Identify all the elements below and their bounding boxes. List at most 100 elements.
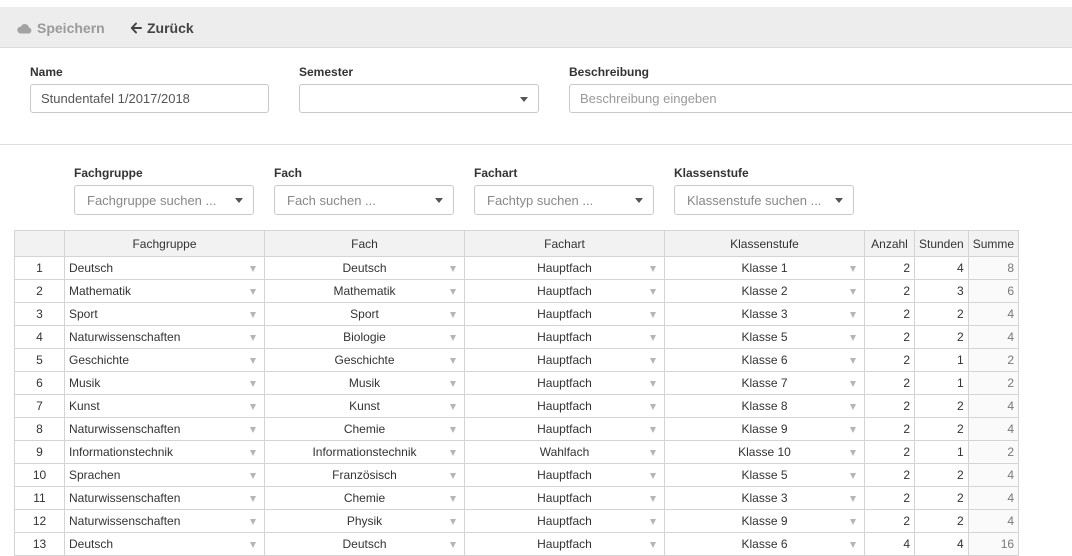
- klassenstufe-cell[interactable]: Klasse 8: [664, 394, 865, 418]
- dropdown-arrow-icon[interactable]: [650, 289, 656, 295]
- fachart-cell[interactable]: Hauptfach: [464, 348, 665, 372]
- dropdown-arrow-icon[interactable]: [450, 542, 456, 548]
- fachart-cell[interactable]: Hauptfach: [464, 325, 665, 349]
- stunden-cell[interactable]: 2: [914, 417, 969, 441]
- dropdown-arrow-icon[interactable]: [250, 473, 256, 479]
- dropdown-arrow-icon[interactable]: [650, 358, 656, 364]
- stunden-cell[interactable]: 4: [914, 532, 969, 556]
- fachart-cell[interactable]: Hauptfach: [464, 417, 665, 441]
- fach-cell[interactable]: Sport: [264, 302, 465, 326]
- dropdown-arrow-icon[interactable]: [850, 450, 856, 456]
- klassenstufe-cell[interactable]: Klasse 6: [664, 348, 865, 372]
- stunden-cell[interactable]: 2: [914, 394, 969, 418]
- dropdown-arrow-icon[interactable]: [650, 381, 656, 387]
- dropdown-arrow-icon[interactable]: [450, 519, 456, 525]
- fach-cell[interactable]: Deutsch: [264, 532, 465, 556]
- fachgruppe-cell[interactable]: Sport: [64, 302, 265, 326]
- anzahl-cell[interactable]: 2: [864, 417, 915, 441]
- anzahl-cell[interactable]: 2: [864, 440, 915, 464]
- dropdown-arrow-icon[interactable]: [850, 289, 856, 295]
- dropdown-arrow-icon[interactable]: [450, 473, 456, 479]
- anzahl-cell[interactable]: 2: [864, 256, 915, 280]
- fachgruppe-cell[interactable]: Deutsch: [64, 256, 265, 280]
- stunden-cell[interactable]: 2: [914, 325, 969, 349]
- anzahl-cell[interactable]: 2: [864, 302, 915, 326]
- table-row[interactable]: 4 Naturwissenschaften Biologie Hauptfach Kla…: [14, 325, 1020, 349]
- stunden-cell[interactable]: 3: [914, 279, 969, 303]
- fachart-filter-select[interactable]: Fachtyp suchen ...: [474, 185, 654, 215]
- fachart-cell[interactable]: Hauptfach: [464, 371, 665, 395]
- table-row[interactable]: 5 Geschichte Geschichte Hauptfach Klasse 6 2 1…: [14, 348, 1020, 372]
- fach-cell[interactable]: Informationstechnik: [264, 440, 465, 464]
- table-row[interactable]: 10 Sprachen Französisch Hauptfach Klasse 5 2 2…: [14, 463, 1020, 487]
- dropdown-arrow-icon[interactable]: [650, 519, 656, 525]
- klassenstufe-filter-select[interactable]: Klassenstufe suchen ...: [674, 185, 854, 215]
- table-row[interactable]: 12 Naturwissenschaften Physik Hauptfach Klas…: [14, 509, 1020, 533]
- anzahl-cell[interactable]: 4: [864, 532, 915, 556]
- dropdown-arrow-icon[interactable]: [450, 289, 456, 295]
- stunden-cell[interactable]: 2: [914, 486, 969, 510]
- fach-cell[interactable]: Musik: [264, 371, 465, 395]
- fachgruppe-cell[interactable]: Naturwissenschaften: [64, 417, 265, 441]
- dropdown-arrow-icon[interactable]: [250, 427, 256, 433]
- stunden-cell[interactable]: 1: [914, 440, 969, 464]
- dropdown-arrow-icon[interactable]: [250, 266, 256, 272]
- fach-cell[interactable]: Chemie: [264, 417, 465, 441]
- anzahl-cell[interactable]: 2: [864, 509, 915, 533]
- klassenstufe-cell[interactable]: Klasse 3: [664, 486, 865, 510]
- description-field[interactable]: Beschreibung eingeben: [569, 84, 1072, 113]
- fachgruppe-cell[interactable]: Kunst: [64, 394, 265, 418]
- dropdown-arrow-icon[interactable]: [450, 266, 456, 272]
- column-header-summe[interactable]: Summe: [967, 230, 1020, 257]
- fachart-cell[interactable]: Hauptfach: [464, 279, 665, 303]
- dropdown-arrow-icon[interactable]: [450, 404, 456, 410]
- fachgruppe-cell[interactable]: Naturwissenschaften: [64, 486, 265, 510]
- dropdown-arrow-icon[interactable]: [850, 381, 856, 387]
- dropdown-arrow-icon[interactable]: [250, 358, 256, 364]
- dropdown-arrow-icon[interactable]: [250, 335, 256, 341]
- dropdown-arrow-icon[interactable]: [850, 496, 856, 502]
- semester-select[interactable]: [299, 84, 539, 113]
- dropdown-arrow-icon[interactable]: [850, 519, 856, 525]
- save-button[interactable]: Speichern: [17, 20, 105, 36]
- dropdown-arrow-icon[interactable]: [850, 266, 856, 272]
- fachgruppe-cell[interactable]: Mathematik: [64, 279, 265, 303]
- stunden-cell[interactable]: 2: [914, 463, 969, 487]
- stunden-cell[interactable]: 1: [914, 348, 969, 372]
- anzahl-cell[interactable]: 2: [864, 463, 915, 487]
- column-header-fachgruppe[interactable]: Fachgruppe: [64, 230, 265, 257]
- dropdown-arrow-icon[interactable]: [450, 358, 456, 364]
- stunden-cell[interactable]: 2: [914, 302, 969, 326]
- klassenstufe-cell[interactable]: Klasse 9: [664, 509, 865, 533]
- fachart-cell[interactable]: Hauptfach: [464, 394, 665, 418]
- klassenstufe-cell[interactable]: Klasse 3: [664, 302, 865, 326]
- dropdown-arrow-icon[interactable]: [650, 450, 656, 456]
- fachgruppe-cell[interactable]: Naturwissenschaften: [64, 325, 265, 349]
- fach-cell[interactable]: Deutsch: [264, 256, 465, 280]
- fachart-cell[interactable]: Hauptfach: [464, 486, 665, 510]
- fachart-cell[interactable]: Hauptfach: [464, 256, 665, 280]
- fachgruppe-filter-select[interactable]: Fachgruppe suchen ...: [74, 185, 254, 215]
- dropdown-arrow-icon[interactable]: [850, 427, 856, 433]
- klassenstufe-cell[interactable]: Klasse 7: [664, 371, 865, 395]
- fach-filter-select[interactable]: Fach suchen ...: [274, 185, 454, 215]
- table-row[interactable]: 7 Kunst Kunst Hauptfach Klasse 8 2 2 4: [14, 394, 1020, 418]
- fachgruppe-cell[interactable]: Informationstechnik: [64, 440, 265, 464]
- dropdown-arrow-icon[interactable]: [250, 542, 256, 548]
- fach-cell[interactable]: Chemie: [264, 486, 465, 510]
- table-row[interactable]: 6 Musik Musik Hauptfach Klasse 7 2 1 2: [14, 371, 1020, 395]
- fachart-cell[interactable]: Hauptfach: [464, 509, 665, 533]
- fachart-cell[interactable]: Hauptfach: [464, 463, 665, 487]
- dropdown-arrow-icon[interactable]: [650, 266, 656, 272]
- stunden-cell[interactable]: 4: [914, 256, 969, 280]
- fach-cell[interactable]: Physik: [264, 509, 465, 533]
- fachart-cell[interactable]: Hauptfach: [464, 302, 665, 326]
- fach-cell[interactable]: Geschichte: [264, 348, 465, 372]
- dropdown-arrow-icon[interactable]: [250, 519, 256, 525]
- fach-cell[interactable]: Mathematik: [264, 279, 465, 303]
- fachart-cell[interactable]: Wahlfach: [464, 440, 665, 464]
- dropdown-arrow-icon[interactable]: [650, 335, 656, 341]
- dropdown-arrow-icon[interactable]: [650, 496, 656, 502]
- fachgruppe-cell[interactable]: Geschichte: [64, 348, 265, 372]
- klassenstufe-cell[interactable]: Klasse 2: [664, 279, 865, 303]
